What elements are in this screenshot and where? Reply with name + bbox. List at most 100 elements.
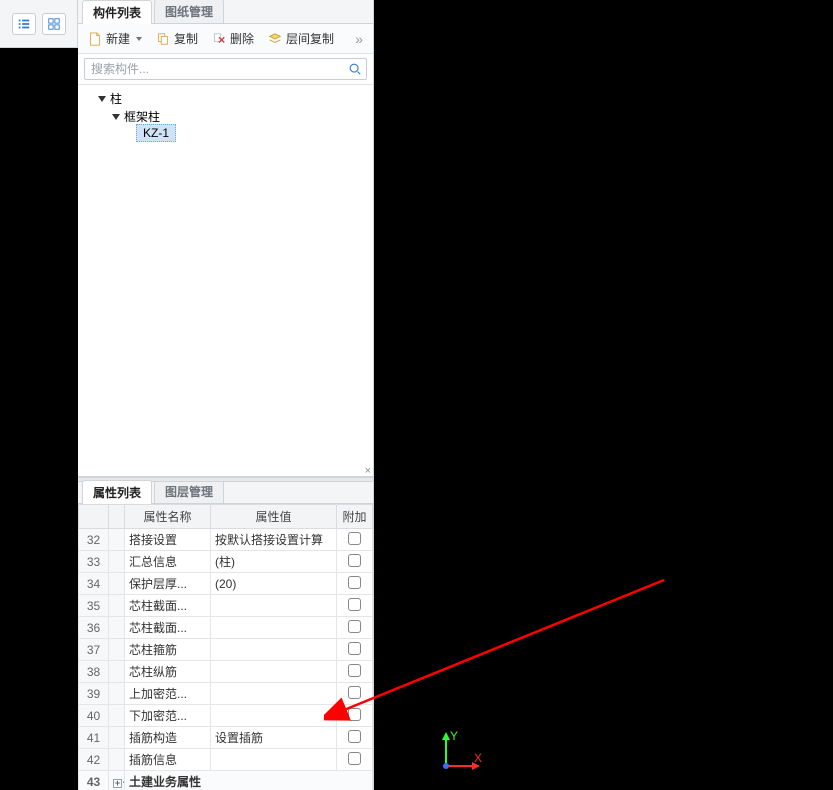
prop-extra[interactable]: [337, 595, 373, 617]
prop-value[interactable]: (柱): [211, 551, 337, 573]
row-number: 36: [79, 617, 109, 639]
tab-layermgr[interactable]: 图层管理: [154, 479, 224, 503]
tab-drawings[interactable]: 图纸管理: [154, 0, 224, 23]
prop-value[interactable]: [211, 705, 337, 727]
table-row[interactable]: 36 芯柱截面...: [79, 617, 373, 639]
collapse-icon: [112, 114, 120, 120]
prop-value[interactable]: [211, 595, 337, 617]
dup-layer-label: 层间复制: [286, 30, 334, 47]
row-expand: [109, 617, 125, 639]
prop-name: 搭接设置: [125, 529, 211, 551]
lower-tabs: 属性列表 图层管理: [78, 482, 373, 504]
table-row[interactable]: 33 汇总信息(柱): [79, 551, 373, 573]
prop-extra[interactable]: [337, 661, 373, 683]
row-number: 38: [79, 661, 109, 683]
table-row[interactable]: 40下加密范...: [79, 705, 373, 727]
property-grid: 属性名称 属性值 附加 32搭接设置按默认搭接设置计算33 汇总信息(柱)34保护…: [78, 504, 373, 790]
prop-extra[interactable]: [337, 705, 373, 727]
chevron-down-icon: [136, 37, 142, 41]
prop-name: 芯柱纵筋: [125, 661, 211, 683]
prop-value[interactable]: 按默认搭接设置计算: [211, 529, 337, 551]
list-view-button[interactable]: [12, 13, 36, 35]
close-panel-icon[interactable]: ×: [365, 465, 371, 477]
component-tree: 柱 框架柱 KZ-1: [84, 89, 367, 143]
prop-name: 上加密范...: [125, 683, 211, 705]
row-number: 35: [79, 595, 109, 617]
copy-button[interactable]: 复制: [152, 28, 202, 49]
prop-name: 芯柱截面...: [125, 617, 211, 639]
prop-value[interactable]: [211, 617, 337, 639]
prop-extra[interactable]: [337, 749, 373, 771]
annotation-arrow: [324, 560, 704, 740]
table-row[interactable]: 37 芯柱箍筋: [79, 639, 373, 661]
prop-value[interactable]: (20): [211, 573, 337, 595]
prop-extra[interactable]: [337, 573, 373, 595]
row-expand: [109, 551, 125, 573]
prop-extra[interactable]: [337, 639, 373, 661]
tree-node-column[interactable]: 柱: [98, 90, 122, 107]
prop-value[interactable]: [211, 749, 337, 771]
prop-extra[interactable]: [337, 683, 373, 705]
tree-leaf-kz1[interactable]: KZ-1: [136, 124, 176, 142]
prop-name: 保护层厚...: [125, 573, 211, 595]
layers-icon: [268, 32, 282, 46]
table-group-row[interactable]: 43+土建业务属性: [79, 771, 373, 790]
expand-toggle[interactable]: +: [109, 771, 125, 790]
upper-toolbar: 新建 复制 删除: [78, 24, 373, 54]
dup-layer-button[interactable]: 层间复制: [264, 28, 338, 49]
table-row[interactable]: 38 芯柱纵筋: [79, 661, 373, 683]
tab-properties[interactable]: 属性列表: [82, 480, 152, 504]
search-input[interactable]: [84, 58, 367, 80]
prop-name: 插筋信息: [125, 749, 211, 771]
axis-y-label: Y: [450, 730, 458, 743]
prop-name: 汇总信息: [125, 551, 211, 573]
col-name: 属性名称: [125, 505, 211, 529]
prop-value[interactable]: [211, 661, 337, 683]
new-button[interactable]: 新建: [84, 28, 146, 49]
prop-name: 插筋构造: [125, 727, 211, 749]
tab-components[interactable]: 构件列表: [82, 0, 152, 24]
table-row[interactable]: 32搭接设置按默认搭接设置计算: [79, 529, 373, 551]
list-icon: [17, 17, 31, 31]
delete-button[interactable]: 删除: [208, 28, 258, 49]
prop-extra[interactable]: [337, 617, 373, 639]
row-expand: [109, 727, 125, 749]
prop-extra[interactable]: [337, 551, 373, 573]
col-rownum: [79, 505, 109, 529]
tree-node-frame-column[interactable]: 框架柱: [112, 108, 160, 125]
row-expand: [109, 683, 125, 705]
prop-name: 芯柱箍筋: [125, 639, 211, 661]
col-value: 属性值: [211, 505, 337, 529]
table-row[interactable]: 39上加密范...: [79, 683, 373, 705]
row-number: 37: [79, 639, 109, 661]
row-expand: [109, 749, 125, 771]
prop-value[interactable]: [211, 683, 337, 705]
col-extra: 附加: [337, 505, 373, 529]
prop-value[interactable]: 设置插筋: [211, 727, 337, 749]
table-row[interactable]: 34保护层厚...(20): [79, 573, 373, 595]
row-expand: [109, 595, 125, 617]
grid-icon: [47, 17, 61, 31]
3d-viewport[interactable]: Y X: [374, 0, 833, 790]
copy-icon: [156, 32, 170, 46]
upper-tabs: 构件列表 图纸管理: [78, 0, 373, 24]
row-number: 43: [79, 771, 109, 790]
prop-extra[interactable]: [337, 529, 373, 551]
tree-label: 柱: [110, 90, 122, 107]
table-row[interactable]: 41插筋构造设置插筋: [79, 727, 373, 749]
prop-extra[interactable]: [337, 727, 373, 749]
tree-label: 框架柱: [124, 108, 160, 125]
row-expand: [109, 573, 125, 595]
new-file-icon: [88, 32, 102, 46]
row-number: 33: [79, 551, 109, 573]
prop-name: 芯柱截面...: [125, 595, 211, 617]
search-box: [84, 58, 367, 80]
collapse-icon: [98, 96, 106, 102]
grid-view-button[interactable]: [42, 13, 66, 35]
new-label: 新建: [106, 30, 130, 47]
prop-value[interactable]: [211, 639, 337, 661]
table-row[interactable]: 35 芯柱截面...: [79, 595, 373, 617]
table-row[interactable]: 42插筋信息: [79, 749, 373, 771]
toolbar-more[interactable]: »: [351, 31, 367, 47]
axis-x-label: X: [474, 751, 482, 765]
